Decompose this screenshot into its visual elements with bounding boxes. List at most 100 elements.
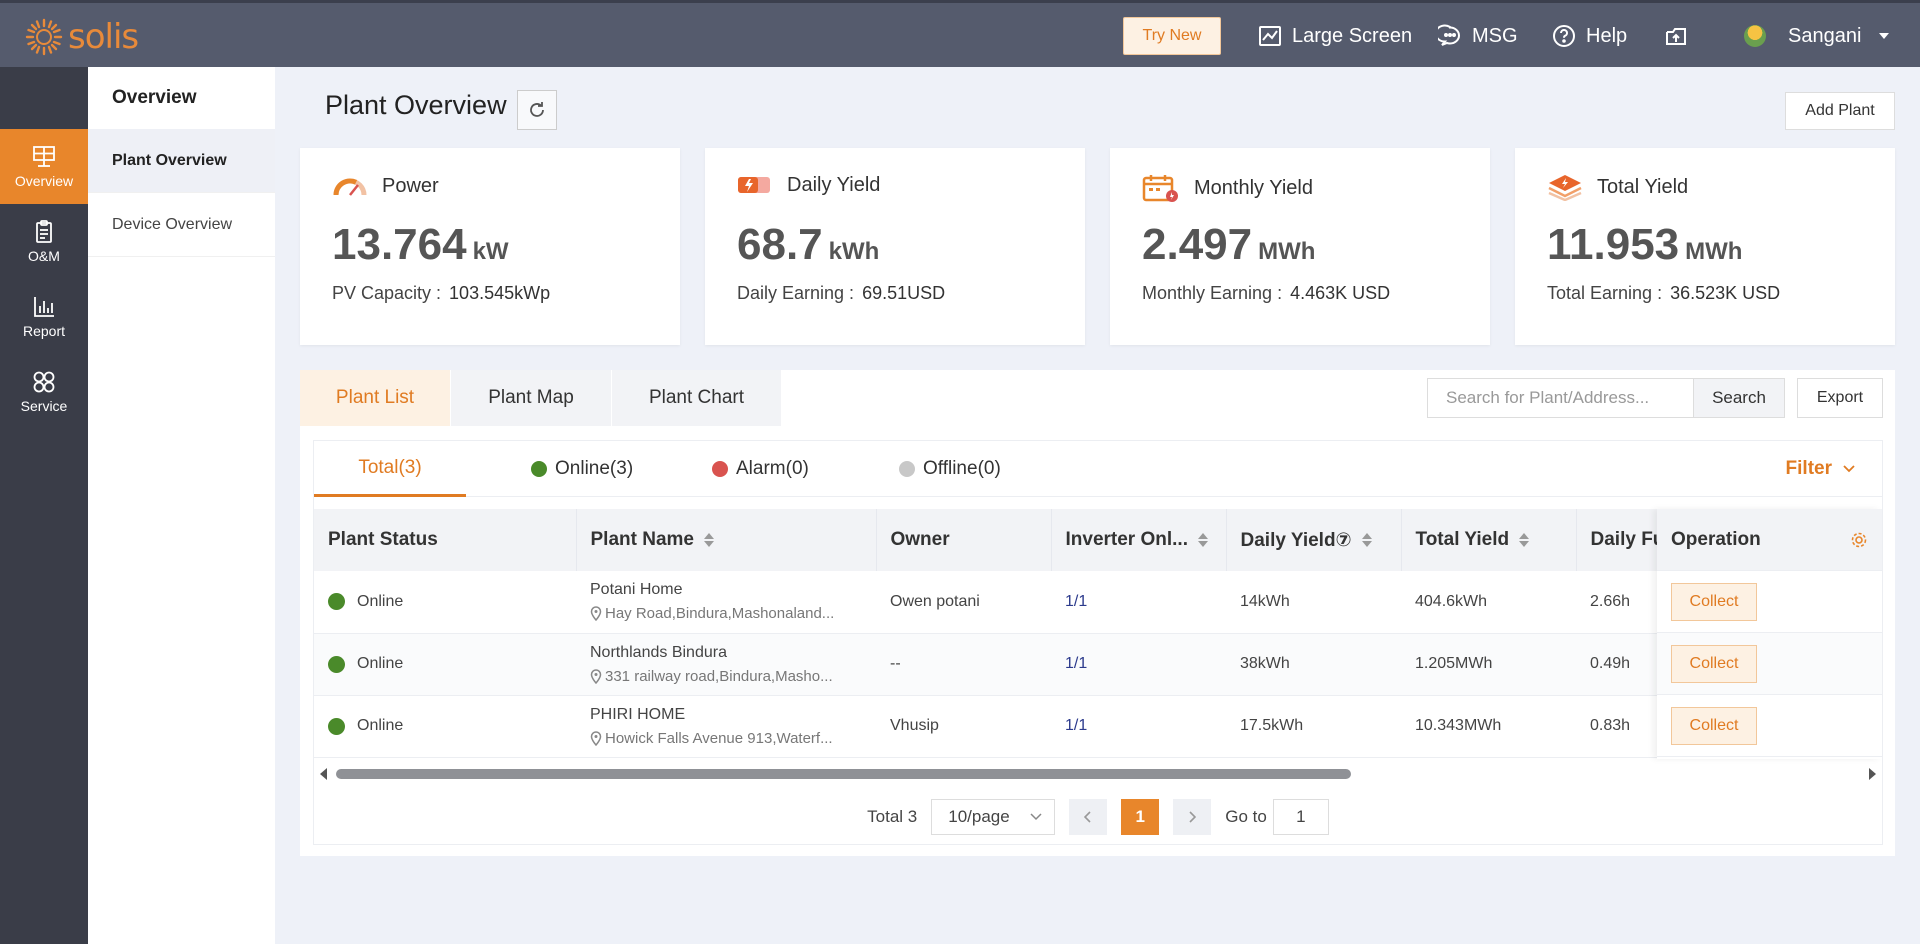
daily-earning-value: 69.51USD: [862, 283, 946, 303]
col-daily-full-hours: Daily Fu: [1576, 509, 1666, 571]
chevron-right-icon: [1189, 811, 1197, 823]
inverter-online[interactable]: 1/1: [1051, 633, 1226, 696]
plant-owner: --: [876, 633, 1051, 696]
col-inverter-online[interactable]: Inverter Onl...: [1051, 509, 1227, 571]
nav-report-label: Report: [22, 322, 66, 339]
status-tab-total[interactable]: Total(3): [314, 441, 466, 497]
nav-service[interactable]: Service: [0, 354, 88, 429]
horizontal-scrollbar[interactable]: [314, 764, 1882, 782]
daily-full-hours: 0.49h: [1576, 633, 1665, 696]
status-tab-offline[interactable]: Offline(0): [899, 441, 1001, 497]
pv-capacity-value: 103.545kWp: [449, 283, 551, 303]
upload-button[interactable]: [1664, 17, 1688, 55]
location-pin-icon: [590, 606, 602, 622]
filter-label: Filter: [1785, 458, 1832, 479]
next-page-button[interactable]: [1173, 799, 1212, 835]
refresh-icon: [530, 102, 544, 117]
plant-name-link[interactable]: Northlands Bindura: [590, 644, 876, 662]
tab-plant-chart[interactable]: Plant Chart: [612, 370, 782, 426]
gear-icon[interactable]: [1850, 531, 1868, 549]
sort-icon[interactable]: [703, 533, 714, 547]
nav-overview[interactable]: Overview: [0, 129, 88, 204]
col-plant-name[interactable]: Plant Name: [576, 509, 877, 571]
total-yield: 1.205MWh: [1401, 633, 1576, 696]
nav-report[interactable]: Report: [0, 279, 88, 354]
plant-status: Online: [357, 655, 404, 672]
help-label: Help: [1586, 24, 1628, 47]
total-yield: 404.6kWh: [1401, 571, 1576, 634]
page-number-button[interactable]: 1: [1121, 799, 1160, 835]
tab-plant-list[interactable]: Plant List: [300, 370, 451, 426]
table-row[interactable]: Online PHIRI HOME Howick Falls Avenue 91…: [314, 695, 1665, 758]
submenu-item-plant-overview[interactable]: Plant Overview: [88, 129, 275, 193]
refresh-button[interactable]: [517, 90, 557, 130]
page-size-select[interactable]: 10/page: [931, 799, 1056, 835]
monthly-yield-unit: MWh: [1258, 238, 1316, 265]
sort-icon[interactable]: [1361, 533, 1372, 547]
total-yield-unit: MWh: [1685, 238, 1743, 265]
plant-table: Plant Status Plant Name Owner Inverter O…: [314, 509, 1666, 758]
table-row[interactable]: Online Northlands Bindura 331 railway ro…: [314, 633, 1665, 696]
battery-icon: [738, 177, 770, 193]
chat-bubble-icon: [1438, 24, 1460, 46]
monthly-yield-card: Monthly Yield 2.497 MWh Monthly Earning :…: [1110, 148, 1490, 345]
scroll-left-icon[interactable]: [320, 768, 327, 780]
icon-nav: Overview O&M Report Service: [0, 67, 88, 944]
location-pin-icon: [590, 730, 602, 746]
line-chart-icon: [1259, 26, 1281, 46]
col-total-yield[interactable]: Total Yield: [1401, 509, 1577, 571]
pagination: Total 3 10/page 1 Go to 1: [314, 798, 1882, 836]
plant-status: Online: [357, 717, 404, 734]
col-plant-status: Plant Status: [314, 509, 577, 571]
plant-list-panel: Plant List Plant Map Plant Chart Search …: [300, 370, 1895, 856]
try-new-button[interactable]: Try New: [1123, 17, 1221, 55]
collect-button[interactable]: Collect: [1671, 644, 1757, 683]
goto-page-input[interactable]: 1: [1272, 799, 1329, 835]
collect-button[interactable]: Collect: [1671, 706, 1757, 745]
daily-yield: 17.5kWh: [1226, 695, 1401, 758]
status-tab-alarm[interactable]: Alarm(0): [712, 441, 809, 497]
nav-om[interactable]: O&M: [0, 204, 88, 279]
search-button[interactable]: Search: [1693, 378, 1785, 418]
sun-icon: [25, 18, 63, 56]
inverter-online[interactable]: 1/1: [1051, 571, 1226, 634]
sort-icon[interactable]: [1519, 533, 1530, 547]
submenu-item-device-overview[interactable]: Device Overview: [88, 193, 275, 257]
brand-name: solis: [68, 17, 139, 57]
online-status-icon: [328, 593, 345, 611]
plant-name-link[interactable]: PHIRI HOME: [590, 706, 876, 724]
prev-page-button[interactable]: [1069, 799, 1108, 835]
plant-name-link[interactable]: Potani Home: [590, 581, 876, 599]
status-tab-online-label: Online(3): [555, 458, 634, 479]
online-status-icon: [328, 717, 345, 735]
help-button[interactable]: Help: [1552, 17, 1627, 55]
scroll-right-icon[interactable]: [1869, 768, 1876, 780]
add-plant-button[interactable]: Add Plant: [1785, 92, 1895, 130]
large-screen-button[interactable]: Large Screen: [1258, 17, 1412, 55]
top-bar: solis Try New Large Screen MSG Help Sang…: [0, 0, 1920, 67]
inverter-online[interactable]: 1/1: [1051, 695, 1226, 758]
filter-button[interactable]: Filter: [1786, 441, 1856, 497]
export-button[interactable]: Export: [1797, 378, 1883, 418]
layers-icon: [1548, 175, 1582, 201]
sort-icon[interactable]: [1197, 533, 1208, 547]
operation-column: Operation Collect Collect Collect: [1657, 509, 1882, 759]
tab-plant-map[interactable]: Plant Map: [451, 370, 612, 426]
solis-logo[interactable]: solis: [24, 15, 139, 59]
user-menu[interactable]: Sangani: [1744, 17, 1891, 55]
msg-button[interactable]: MSG: [1438, 17, 1518, 55]
col-daily-yield[interactable]: Daily Yield⑦: [1226, 509, 1402, 571]
search-input[interactable]: Search for Plant/Address...: [1427, 378, 1693, 418]
calendar-icon: [1142, 175, 1178, 202]
plant-owner: Owen potani: [876, 571, 1051, 634]
status-tab-online[interactable]: Online(3): [531, 441, 633, 497]
table-row[interactable]: Online Potani Home Hay Road,Bindura,Mash…: [314, 571, 1665, 634]
collect-button[interactable]: Collect: [1671, 582, 1757, 621]
daily-yield: 14kWh: [1226, 571, 1401, 634]
plant-address: 331 railway road,Bindura,Masho...: [605, 667, 833, 685]
chevron-left-icon: [1084, 811, 1091, 823]
nav-om-label: O&M: [28, 247, 60, 264]
power-value: 13.764: [332, 220, 467, 269]
scrollbar-thumb[interactable]: [336, 769, 1351, 779]
daily-yield-unit: kWh: [828, 238, 880, 265]
